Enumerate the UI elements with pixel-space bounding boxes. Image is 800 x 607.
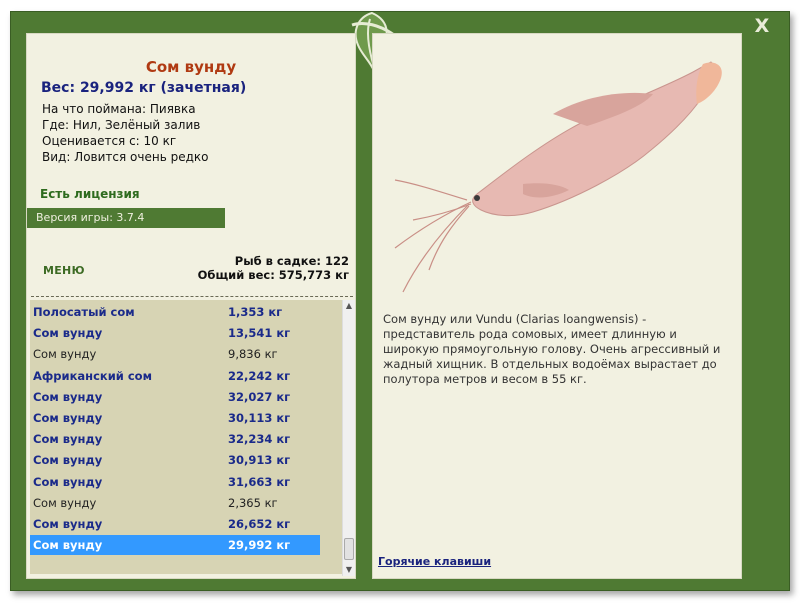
scroll-thumb[interactable] <box>344 538 354 560</box>
catch-fish-weight: 1,353 кг <box>228 305 283 319</box>
catch-list-row[interactable]: Сом вунду 9,836 кг <box>30 344 320 364</box>
catch-fish-name: Сом вунду <box>33 495 97 510</box>
catch-fish-weight: 30,113 кг <box>228 411 291 425</box>
catfish-image <box>394 61 722 293</box>
catch-fish-name: Сом вунду <box>33 411 103 425</box>
catch-fish-weight: 2,365 кг <box>228 495 278 510</box>
catch-fish-weight: 29,992 кг <box>228 538 291 553</box>
catch-fish-name: Полосатый сом <box>33 305 135 319</box>
fish-title: Сом вунду <box>145 58 237 76</box>
catch-fish-name: Сом вунду <box>33 474 103 489</box>
catch-fish-name: Сом вунду <box>33 432 103 447</box>
game-version: Версия игры: 3.7.4 <box>27 208 225 228</box>
divider <box>31 296 353 297</box>
catch-list-row[interactable]: Полосатый сом 1,353 кг <box>30 302 320 322</box>
catch-list-row[interactable]: Сом вунду 30,113 кг <box>30 408 320 428</box>
scroll-down-icon[interactable]: ▼ <box>343 564 355 576</box>
catch-list-row[interactable]: Сом вунду 31,663 кг <box>30 472 320 492</box>
keepnet-count: Рыб в садке: 122 <box>234 254 349 268</box>
fish-description: Сом вунду или Vundu (Clarias loangwensis… <box>383 312 721 386</box>
rarity-info: Вид: Ловится очень редко <box>42 150 209 164</box>
catch-fish-name: Сом вунду <box>33 517 103 531</box>
catch-fish-name: Сом вунду <box>33 389 103 404</box>
catch-fish-weight: 32,234 кг <box>228 432 291 447</box>
scored-from-info: Оценивается с: 10 кг <box>42 134 177 148</box>
fish-picture-panel: Сом вунду или Vundu (Clarias loangwensis… <box>372 33 742 579</box>
catch-list-row[interactable]: Сом вунду 26,652 кг <box>30 514 320 534</box>
scroll-up-icon[interactable]: ▲ <box>343 300 355 312</box>
catch-list-row[interactable]: Африканский сом 22,242 кг <box>30 366 320 386</box>
location-info: Где: Нил, Зелёный залив <box>42 118 201 132</box>
catch-fish-name: Африканский сом <box>33 368 152 383</box>
close-button[interactable]: X <box>751 15 773 37</box>
catch-list-scrollbar[interactable]: ▲ ▼ <box>342 300 355 576</box>
catch-fish-weight: 31,663 кг <box>228 474 291 489</box>
catch-fish-name: Сом вунду <box>33 326 103 341</box>
catch-list-row[interactable]: Сом вунду 30,913 кг <box>30 450 320 470</box>
catch-fish-weight: 22,242 кг <box>228 368 291 383</box>
catch-list[interactable]: Полосатый сом 1,353 кг Сом вунду 13,541 кг С… <box>30 300 342 574</box>
keepnet-total-weight: Общий вес: 575,773 кг <box>197 268 349 282</box>
catch-list-row[interactable]: Сом вунду 32,234 кг <box>30 429 320 449</box>
catch-list-row[interactable]: Сом вунду 2,365 кг <box>30 493 320 513</box>
catch-list-row[interactable]: Сом вунду 29,992 кг <box>30 535 320 556</box>
catch-fish-weight: 13,541 кг <box>228 326 291 341</box>
catch-fish-name: Сом вунду <box>33 538 103 553</box>
catch-fish-name: Сом вунду <box>33 347 97 362</box>
fish-weight: Вес: 29,992 кг (зачетная) <box>41 80 247 96</box>
catch-fish-weight: 26,652 кг <box>228 517 291 531</box>
hotkeys-link[interactable]: Горячие клавиши <box>378 555 491 568</box>
catch-fish-name: Сом вунду <box>33 453 103 468</box>
catch-list-row[interactable]: Сом вунду 32,027 кг <box>30 387 320 407</box>
bait-info: На что поймана: Пиявка <box>42 102 196 116</box>
catch-fish-weight: 9,836 кг <box>228 347 278 362</box>
menu-button[interactable]: МЕНЮ <box>43 264 85 277</box>
fish-info-panel: Сом вунду Вес: 29,992 кг (зачетная) На ч… <box>26 33 356 579</box>
catch-list-row[interactable]: Сом вунду 13,541 кг <box>30 323 320 343</box>
license-status: Есть лицензия <box>40 187 140 201</box>
catch-fish-weight: 32,027 кг <box>228 389 291 404</box>
catch-fish-weight: 30,913 кг <box>228 453 291 468</box>
